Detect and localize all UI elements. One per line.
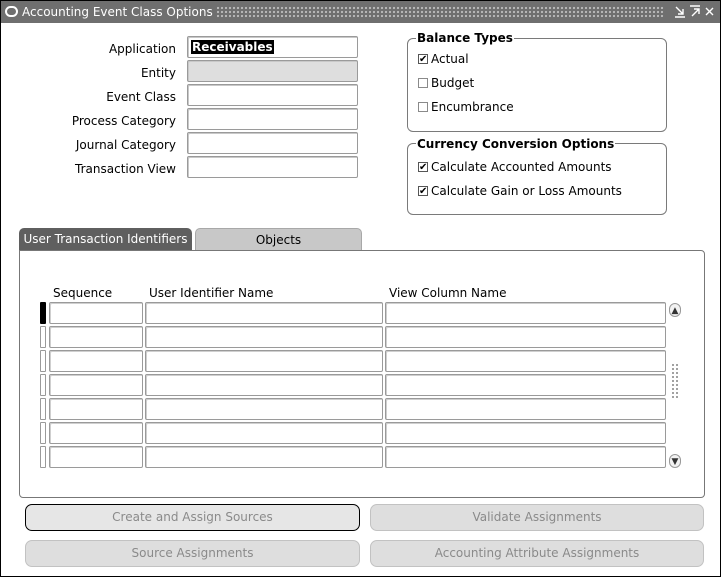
journal-category-field[interactable] bbox=[187, 132, 358, 154]
title-bar-texture bbox=[204, 6, 664, 18]
sequence-cell[interactable] bbox=[49, 326, 143, 348]
user-identifier-name-cell[interactable] bbox=[145, 374, 383, 396]
accounted-amounts-checkbox-row[interactable]: ✔ Calculate Accounted Amounts bbox=[418, 160, 658, 176]
user-identifier-name-cell[interactable] bbox=[145, 302, 383, 324]
close-icon[interactable] bbox=[703, 5, 715, 18]
row-indicator[interactable] bbox=[40, 398, 46, 420]
row-indicator[interactable] bbox=[40, 422, 46, 444]
user-identifier-name-cell[interactable] bbox=[145, 398, 383, 420]
journal-category-label: Journal Category bbox=[75, 138, 176, 152]
view-column-name-cell[interactable] bbox=[385, 350, 666, 372]
source-assignments-button[interactable]: Source Assignments bbox=[25, 540, 360, 567]
budget-checkbox[interactable] bbox=[418, 78, 428, 88]
user-identifier-name-cell[interactable] bbox=[145, 446, 383, 468]
transaction-view-field[interactable] bbox=[187, 156, 358, 178]
row-indicator[interactable] bbox=[40, 446, 46, 468]
gain-loss-label: Calculate Gain or Loss Amounts bbox=[431, 184, 622, 198]
encumbrance-checkbox-row[interactable]: Encumbrance bbox=[418, 100, 618, 116]
minimize-icon[interactable] bbox=[674, 5, 686, 18]
sequence-cell[interactable] bbox=[49, 374, 143, 396]
entity-label: Entity bbox=[140, 66, 176, 80]
gain-loss-checkbox-row[interactable]: ✔ Calculate Gain or Loss Amounts bbox=[418, 184, 658, 200]
budget-checkbox-row[interactable]: Budget bbox=[418, 76, 618, 92]
sequence-cell[interactable] bbox=[49, 398, 143, 420]
application-label: Application bbox=[108, 42, 176, 56]
event-class-field[interactable] bbox=[187, 84, 358, 106]
currency-conversion-group bbox=[407, 143, 667, 215]
actual-label: Actual bbox=[431, 52, 469, 66]
scroll-down-icon[interactable]: ▼ bbox=[669, 454, 681, 468]
validate-assignments-button[interactable]: Validate Assignments bbox=[370, 504, 704, 531]
scrollbar-grip[interactable] bbox=[671, 363, 679, 399]
sequence-cell[interactable] bbox=[49, 350, 143, 372]
currency-conversion-title: Currency Conversion Options bbox=[416, 137, 616, 151]
encumbrance-label: Encumbrance bbox=[431, 100, 514, 114]
row-indicator[interactable] bbox=[40, 350, 46, 372]
create-and-assign-sources-button[interactable]: Create and Assign Sources bbox=[25, 504, 360, 531]
view-column-name-cell[interactable] bbox=[385, 302, 666, 324]
balance-types-title: Balance Types bbox=[416, 31, 514, 45]
sequence-column-header: Sequence bbox=[53, 286, 113, 300]
view-column-name-cell[interactable] bbox=[385, 326, 666, 348]
process-category-label: Process Category bbox=[71, 114, 176, 128]
user-identifier-name-cell[interactable] bbox=[145, 326, 383, 348]
view-column-name-cell[interactable] bbox=[385, 446, 666, 468]
window-title: Accounting Event Class Options bbox=[22, 5, 217, 19]
view-column-name-column-header: View Column Name bbox=[389, 286, 507, 300]
row-indicator[interactable] bbox=[40, 302, 46, 324]
view-column-name-cell[interactable] bbox=[385, 422, 666, 444]
encumbrance-checkbox[interactable] bbox=[418, 102, 428, 112]
sequence-cell[interactable] bbox=[49, 446, 143, 468]
user-identifier-name-cell[interactable] bbox=[145, 350, 383, 372]
scroll-up-icon[interactable]: ▲ bbox=[669, 303, 681, 317]
budget-label: Budget bbox=[431, 76, 475, 90]
process-category-field[interactable] bbox=[187, 108, 358, 130]
accounting-event-class-options-window: Accounting Event Class Options Applicati… bbox=[0, 0, 721, 577]
application-value: Receivables bbox=[191, 40, 274, 54]
gain-loss-checkbox[interactable]: ✔ bbox=[418, 186, 428, 197]
transaction-view-label: Transaction View bbox=[75, 162, 176, 176]
view-column-name-cell[interactable] bbox=[385, 398, 666, 420]
row-indicator[interactable] bbox=[40, 374, 46, 396]
title-bar: Accounting Event Class Options bbox=[1, 1, 720, 23]
sequence-cell[interactable] bbox=[49, 302, 143, 324]
view-column-name-cell[interactable] bbox=[385, 374, 666, 396]
application-field[interactable]: Receivables bbox=[187, 36, 358, 58]
actual-checkbox[interactable]: ✔ bbox=[418, 54, 428, 65]
user-identifier-name-cell[interactable] bbox=[145, 422, 383, 444]
tab-objects[interactable]: Objects bbox=[195, 228, 362, 251]
accounted-amounts-checkbox[interactable]: ✔ bbox=[418, 162, 428, 173]
accounted-amounts-label: Calculate Accounted Amounts bbox=[431, 160, 612, 174]
tab-user-transaction-identifiers[interactable]: User Transaction Identifiers bbox=[19, 228, 192, 251]
window-menu-icon[interactable] bbox=[5, 6, 18, 17]
maximize-icon[interactable] bbox=[689, 5, 701, 18]
entity-field bbox=[187, 60, 358, 82]
row-indicator[interactable] bbox=[40, 326, 46, 348]
sequence-cell[interactable] bbox=[49, 422, 143, 444]
event-class-label: Event Class bbox=[106, 90, 176, 104]
actual-checkbox-row[interactable]: ✔ Actual bbox=[418, 52, 618, 68]
user-identifier-name-column-header: User Identifier Name bbox=[149, 286, 274, 300]
accounting-attribute-assignments-button[interactable]: Accounting Attribute Assignments bbox=[370, 540, 704, 567]
